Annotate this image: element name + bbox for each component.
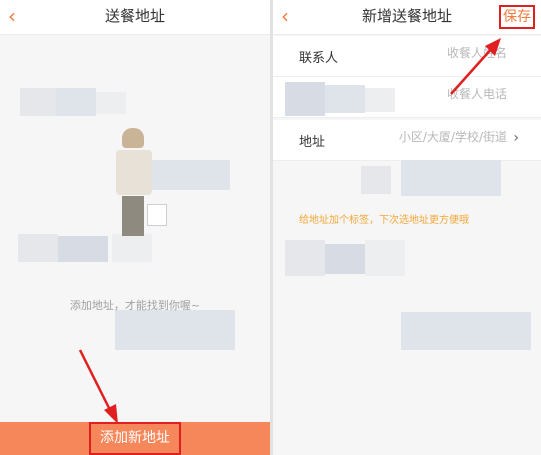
contact-row: 联系人 bbox=[273, 36, 541, 77]
blurred-region bbox=[401, 160, 501, 196]
delivery-person-illustration bbox=[112, 128, 172, 238]
blurred-region bbox=[401, 312, 531, 350]
address-input[interactable] bbox=[357, 130, 507, 144]
blurred-region bbox=[112, 234, 152, 262]
save-button[interactable]: 保存 bbox=[499, 5, 535, 29]
blurred-region bbox=[285, 240, 325, 276]
blurred-region bbox=[325, 244, 365, 274]
navbar: ‹ 送餐地址 bbox=[0, 0, 270, 35]
blurred-region bbox=[115, 310, 235, 350]
chevron-right-icon: › bbox=[513, 130, 519, 146]
blurred-region bbox=[20, 88, 56, 116]
blurred-region bbox=[56, 88, 96, 116]
contact-label: 联系人 bbox=[299, 51, 339, 66]
blurred-region bbox=[325, 85, 365, 113]
tag-hint-text: 给地址加个标签，下次选地址更方便哦 bbox=[299, 215, 469, 226]
address-list-screen: ‹ 送餐地址 添加地址，才能找到你喔~ 添加新地址 bbox=[0, 0, 270, 455]
blurred-region bbox=[96, 92, 126, 114]
blurred-region bbox=[365, 88, 395, 112]
blurred-region bbox=[18, 234, 58, 262]
blurred-region bbox=[365, 240, 405, 276]
empty-state-message: 添加地址，才能找到你喔~ bbox=[69, 299, 201, 312]
contact-name-input[interactable] bbox=[367, 46, 507, 60]
page-title: 送餐地址 bbox=[104, 7, 165, 25]
blurred-region bbox=[58, 236, 108, 262]
add-address-button-label[interactable]: 添加新地址 bbox=[89, 422, 181, 455]
navbar: ‹ 新增送餐地址 保存 bbox=[273, 0, 541, 35]
address-row[interactable]: 地址 › bbox=[273, 120, 541, 161]
add-address-button[interactable]: 添加新地址 bbox=[0, 422, 270, 455]
blurred-region bbox=[285, 82, 325, 116]
address-label: 地址 bbox=[299, 135, 326, 150]
blurred-region bbox=[361, 166, 391, 194]
new-address-screen: ‹ 新增送餐地址 保存 联系人 地址 › 给地址加个标签，下次选地址更方便哦 bbox=[273, 0, 541, 455]
